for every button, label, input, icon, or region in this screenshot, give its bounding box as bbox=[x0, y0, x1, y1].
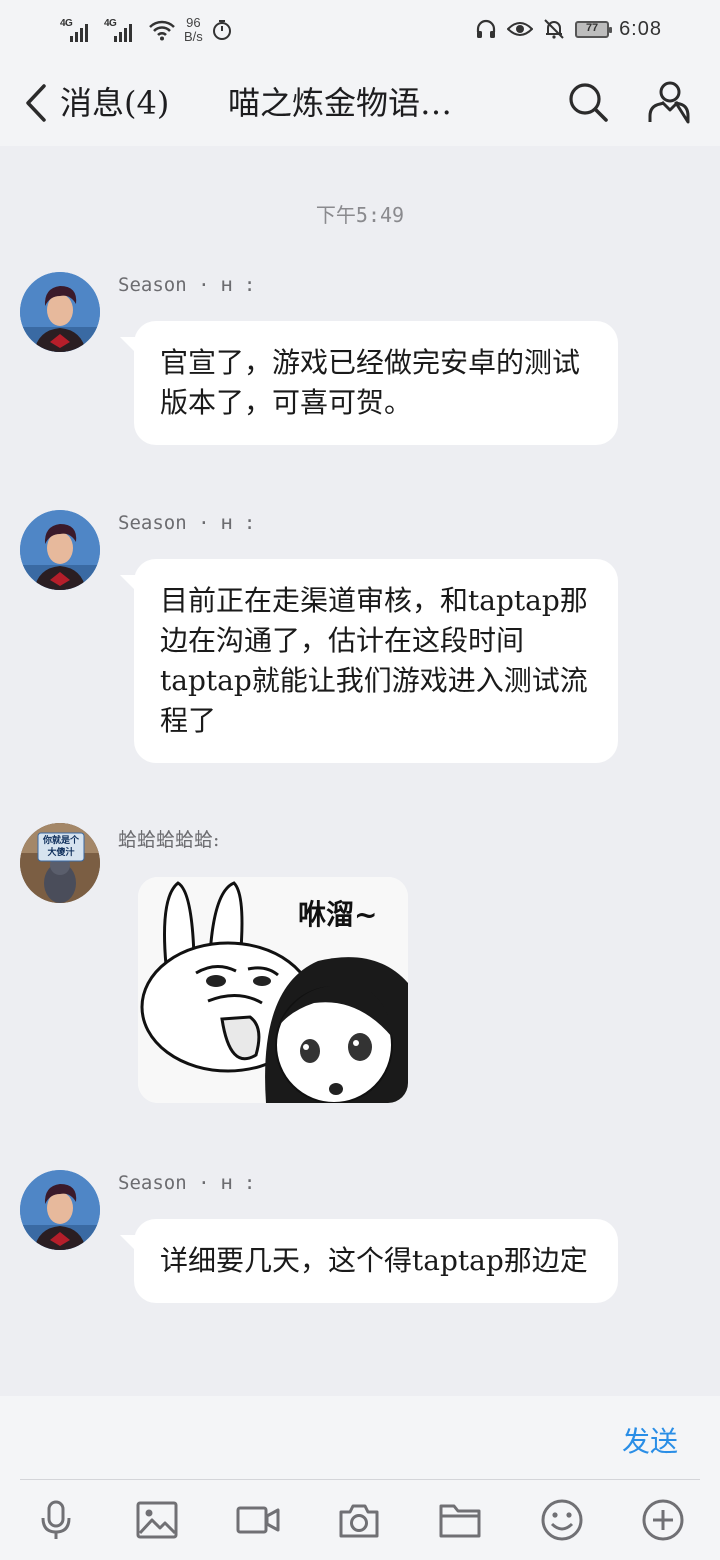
plus-icon[interactable] bbox=[641, 1498, 685, 1542]
message-item: 你就是个大傻汁 蛤蛤蛤蛤蛤: 咻溜~ bbox=[0, 823, 720, 1103]
camera-icon[interactable] bbox=[337, 1498, 381, 1542]
headset-icon bbox=[476, 19, 496, 38]
chat-area[interactable]: 下午5:49 Season · ʜ : 官宣了，游戏已经做完安卓的测试版本了，可… bbox=[0, 146, 720, 1396]
video-icon[interactable] bbox=[236, 1498, 280, 1542]
sticker-image[interactable]: 咻溜~ bbox=[138, 877, 408, 1103]
battery-icon: 77 bbox=[575, 20, 613, 38]
avatar[interactable] bbox=[20, 272, 100, 352]
input-area: 发送 bbox=[0, 1396, 720, 1560]
sender-name: Season · ʜ : bbox=[118, 274, 256, 296]
microphone-icon[interactable] bbox=[34, 1498, 78, 1542]
status-left: 4G 4G 96 B/s bbox=[60, 12, 233, 48]
back-arrow-icon[interactable] bbox=[20, 82, 54, 124]
chat-title: 喵之炼金物语… bbox=[228, 84, 453, 122]
input-toolbar bbox=[0, 1480, 720, 1560]
folder-icon[interactable] bbox=[438, 1498, 482, 1542]
signal-strength-icon-2: 4G bbox=[104, 16, 140, 44]
sender-name: 蛤蛤蛤蛤蛤: bbox=[118, 829, 220, 851]
message-timestamp: 下午5:49 bbox=[315, 203, 405, 227]
image-icon[interactable] bbox=[135, 1498, 179, 1542]
status-right: 77 6:08 bbox=[475, 14, 662, 44]
network-speed-value: 96 bbox=[186, 15, 201, 30]
search-icon[interactable] bbox=[566, 80, 610, 124]
sticker-caption: 咻溜~ bbox=[298, 898, 378, 931]
message-item: Season · ʜ : 官宣了，游戏已经做完安卓的测试版本了，可喜可贺。 bbox=[0, 272, 720, 447]
chat-header: 消息(4) 喵之炼金物语… bbox=[0, 60, 720, 146]
group-members-icon[interactable] bbox=[644, 78, 692, 126]
message-bubble[interactable]: 详细要几天，这个得taptap那边定 bbox=[120, 1219, 618, 1303]
message-bubble[interactable]: 官宣了，游戏已经做完安卓的测试版本了，可喜可贺。 bbox=[120, 321, 618, 445]
wifi-icon bbox=[149, 20, 175, 41]
status-time: 6:08 bbox=[619, 17, 662, 40]
message-text: 详细要几天，这个得taptap那边定 bbox=[160, 1244, 588, 1277]
timer-icon bbox=[212, 20, 231, 40]
emoji-icon[interactable] bbox=[540, 1498, 584, 1542]
message-item: Season · ʜ : 目前正在走渠道审核，和taptap那边在沟通了，估计在… bbox=[0, 510, 720, 763]
message-text: 官宣了，游戏已经做完安卓的测试版本了，可喜可贺。 bbox=[160, 346, 581, 419]
avatar[interactable]: 你就是个大傻汁 bbox=[20, 823, 100, 903]
mute-bell-icon bbox=[544, 19, 564, 39]
send-button[interactable]: 发送 bbox=[622, 1420, 678, 1460]
avatar[interactable] bbox=[20, 1170, 100, 1250]
signal-strength-icon: 4G bbox=[60, 16, 96, 44]
network-speed-unit: B/s bbox=[184, 29, 203, 44]
status-bar: 4G 4G 96 B/s 77 6:08 bbox=[0, 0, 720, 60]
sender-name: Season · ʜ : bbox=[118, 512, 256, 534]
eye-comfort-icon bbox=[507, 22, 534, 36]
back-button[interactable]: 消息(4) bbox=[60, 82, 169, 124]
battery-level: 77 bbox=[585, 21, 599, 34]
avatar-sign-text: 你就是个大傻汁 bbox=[42, 836, 79, 858]
message-item: Season · ʜ : 详细要几天，这个得taptap那边定 bbox=[0, 1170, 720, 1345]
message-bubble[interactable]: 目前正在走渠道审核，和taptap那边在沟通了，估计在这段时间taptap就能让… bbox=[120, 559, 618, 763]
avatar[interactable] bbox=[20, 510, 100, 590]
message-input[interactable]: 发送 bbox=[0, 1396, 720, 1478]
message-text: 目前正在走渠道审核，和taptap那边在沟通了，估计在这段时间taptap就能让… bbox=[160, 584, 588, 737]
sender-name: Season · ʜ : bbox=[118, 1172, 256, 1194]
network-speed: 96 B/s bbox=[184, 16, 203, 44]
